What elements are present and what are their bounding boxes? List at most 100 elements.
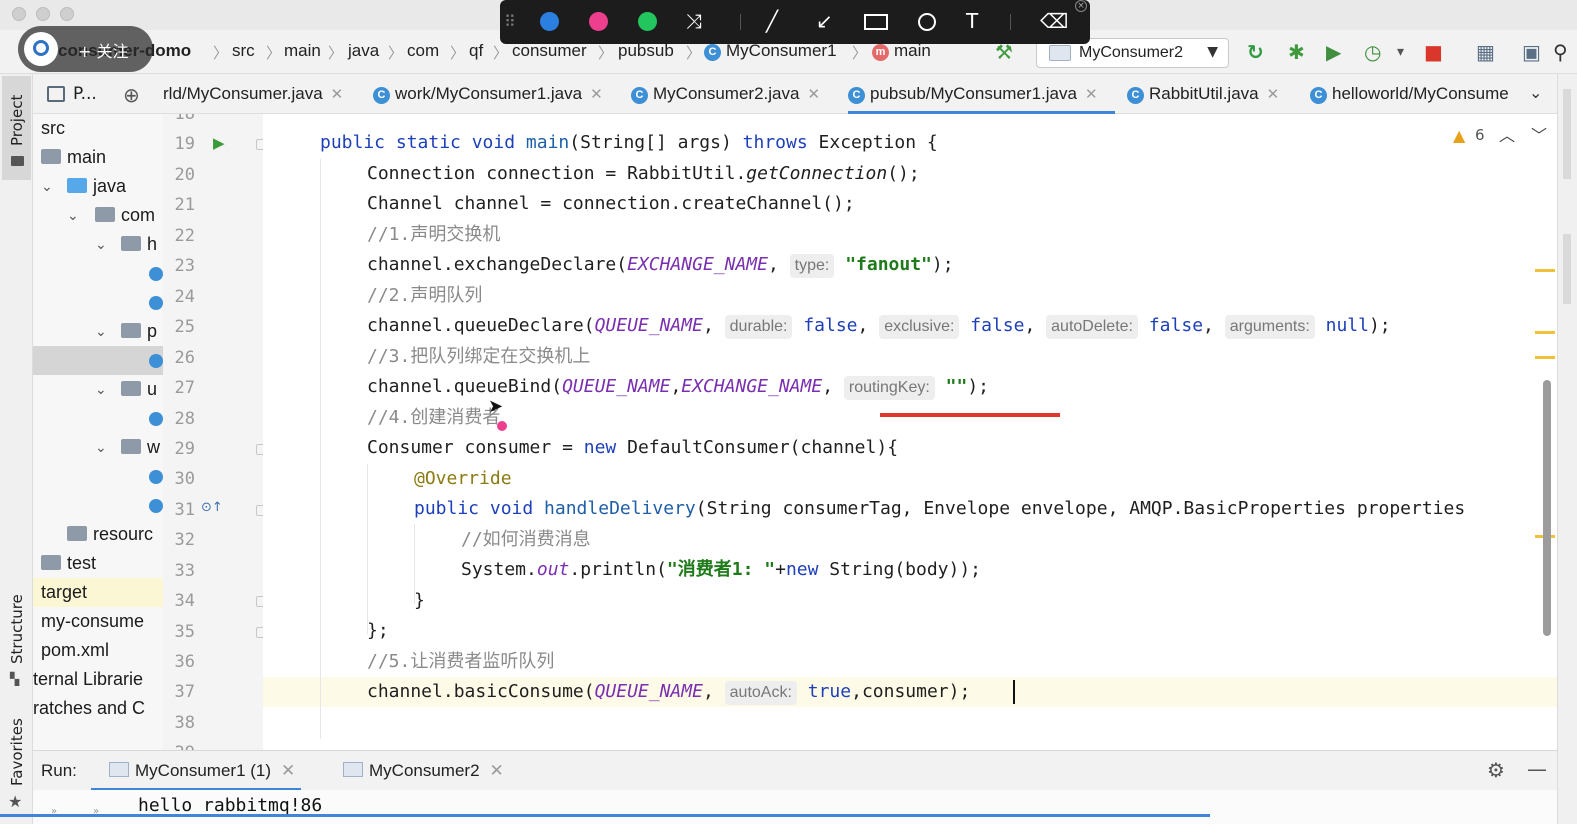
next-highlight-icon[interactable]: ﹀ [1531,122,1547,146]
breadcrumb-method[interactable]: m main [872,41,931,61]
line-number: 37 [174,682,195,702]
previous-highlight-icon[interactable]: ︿ [1499,122,1515,146]
minimize-icon[interactable]: — [1527,757,1547,781]
editor-tab[interactable]: Chelloworld/MyConsume [1310,74,1509,114]
fold-icon[interactable] [256,444,263,455]
rerun-icon[interactable]: ↻ [1247,40,1264,64]
database-tool-tab[interactable] [1563,89,1571,179]
eraser-icon[interactable]: ⌫ [1040,10,1068,32]
arrow-icon[interactable]: ↙ [816,10,833,32]
tree-item-package[interactable]: ⌄ p [33,317,163,346]
tree-item-package[interactable]: ⌄ h [33,230,163,259]
maven-tool-tab[interactable] [1563,234,1571,304]
indent-guide [320,159,321,739]
rectangle-icon[interactable] [864,14,888,30]
profile-icon[interactable]: ◷ [1364,40,1381,64]
tree-item-class-selected[interactable] [33,346,163,375]
tree-item-main[interactable]: main [33,143,163,172]
tree-item-test[interactable]: test [33,549,163,578]
breadcrumb-item[interactable]: main [284,41,321,61]
warning-marker[interactable] [1535,331,1555,334]
close-tab-icon[interactable]: ✕ [331,86,344,103]
follow-watermark[interactable]: + 关注 [18,26,153,72]
project-view-select[interactable]: P... [73,84,97,104]
tree-item-target[interactable]: target [33,578,163,607]
breadcrumb-item[interactable]: qf [469,41,483,61]
fold-icon[interactable] [256,596,263,607]
structure-tab[interactable]: Structure [8,594,26,664]
tree-item-package[interactable]: ⌄ u [33,375,163,404]
vertical-scrollbar[interactable] [1543,380,1551,636]
project-structure-icon[interactable]: ▦ [1476,40,1495,64]
color-pink[interactable] [589,12,608,31]
tree-item-pom[interactable]: pom.xml [33,636,163,665]
line-icon[interactable]: ╱ [766,10,778,32]
drag-handle-icon[interactable]: ⠿ [504,11,516,33]
tree-item-scratches[interactable]: ratches and C [33,694,163,723]
fold-icon[interactable] [256,139,263,150]
warning-marker[interactable] [1535,356,1555,359]
run-with-coverage-icon[interactable]: ▶ [1326,40,1341,64]
tree-item-class[interactable] [33,404,163,433]
close-toolbar-icon[interactable]: × [1075,0,1087,12]
tree-item-class[interactable] [33,462,163,491]
editor-tab[interactable]: C MyConsumer2.java ✕ [631,74,820,114]
warning-marker[interactable] [1535,269,1555,272]
tree-item-class[interactable] [33,491,163,520]
debug-bug-icon[interactable]: ✱ [1288,40,1305,64]
editor-tab[interactable]: Cwork/MyConsumer1.java ✕ [373,74,603,114]
tab-list-chevron-icon[interactable]: ⌄ [1529,83,1542,102]
crosshair-icon[interactable]: ⊕ [123,83,140,107]
minimize-window-button[interactable] [36,7,50,21]
close-tab-icon[interactable]: ✕ [1267,86,1280,103]
favorites-tab[interactable]: Favorites [8,718,26,786]
close-tab-icon[interactable]: ✕ [1085,86,1098,103]
tree-item-package[interactable]: ⌄ w [33,433,163,462]
editor-tab[interactable]: rld/MyConsumer.java ✕ [163,74,343,114]
fold-icon[interactable] [256,627,263,638]
indent-guide [367,464,368,634]
editor-tab-active[interactable]: Cpubsub/MyConsumer1.java ✕ [848,74,1115,114]
tree-item-class[interactable] [33,259,163,288]
search-icon[interactable]: ⚲ [1553,40,1568,64]
run-console[interactable]: » » hello rabbitmq!86 [33,790,1557,824]
editor-tab[interactable]: C RabbitUtil.java ✕ [1127,74,1279,114]
video-progress-bar[interactable] [0,814,1210,817]
fold-icon[interactable] [256,505,263,516]
code-editor[interactable]: public static void main(String[] args) t… [263,114,1557,750]
tool-window-icon[interactable]: ▣ [1522,40,1541,64]
shuffle-icon[interactable]: ⤨ [686,10,702,32]
zoom-window-button[interactable] [60,7,74,21]
breadcrumb-item[interactable]: java [348,41,379,61]
tree-item-com[interactable]: ⌄ com [33,201,163,230]
tree-item-src[interactable]: src [33,114,163,143]
breadcrumb-class[interactable]: C MyConsumer1 [704,41,837,61]
circle-icon[interactable] [918,13,936,31]
warning-icon[interactable]: ▲ [1453,126,1465,145]
text-icon[interactable]: T [966,10,978,32]
run-tab-myconsumer2[interactable]: MyConsumer2 ✕ [343,761,504,781]
gear-icon[interactable]: ⚙ [1487,758,1505,782]
tree-item-resources[interactable]: resourc [33,520,163,549]
stop-icon[interactable]: ■ [1424,40,1443,64]
color-green[interactable] [638,12,657,31]
close-window-button[interactable] [12,7,26,21]
tree-item-external-libraries[interactable]: ternal Librarie [33,665,163,694]
run-tab-myconsumer1[interactable]: MyConsumer1 (1) ✕ [109,761,295,781]
tree-item-java[interactable]: ⌄ java [33,172,163,201]
breadcrumb-item[interactable]: com [407,41,439,61]
close-tab-icon[interactable]: ✕ [490,761,504,780]
close-tab-icon[interactable]: ✕ [281,761,295,780]
more-run-options-icon[interactable]: ▾ [1397,40,1404,64]
override-gutter-icon[interactable]: ⊙↑ [201,500,223,515]
tree-item-module-file[interactable]: my-consume [33,607,163,636]
color-blue[interactable] [540,12,559,31]
project-tool-tab[interactable]: Project [2,76,31,180]
breadcrumb-item[interactable]: pubsub [618,41,674,61]
breadcrumb-item[interactable]: consumer [512,41,587,61]
breadcrumb-item[interactable]: src [232,41,255,61]
tree-item-class[interactable] [33,288,163,317]
run-gutter-icon[interactable]: ▶ [213,134,225,152]
close-tab-icon[interactable]: ✕ [807,86,820,103]
close-tab-icon[interactable]: ✕ [590,86,603,103]
